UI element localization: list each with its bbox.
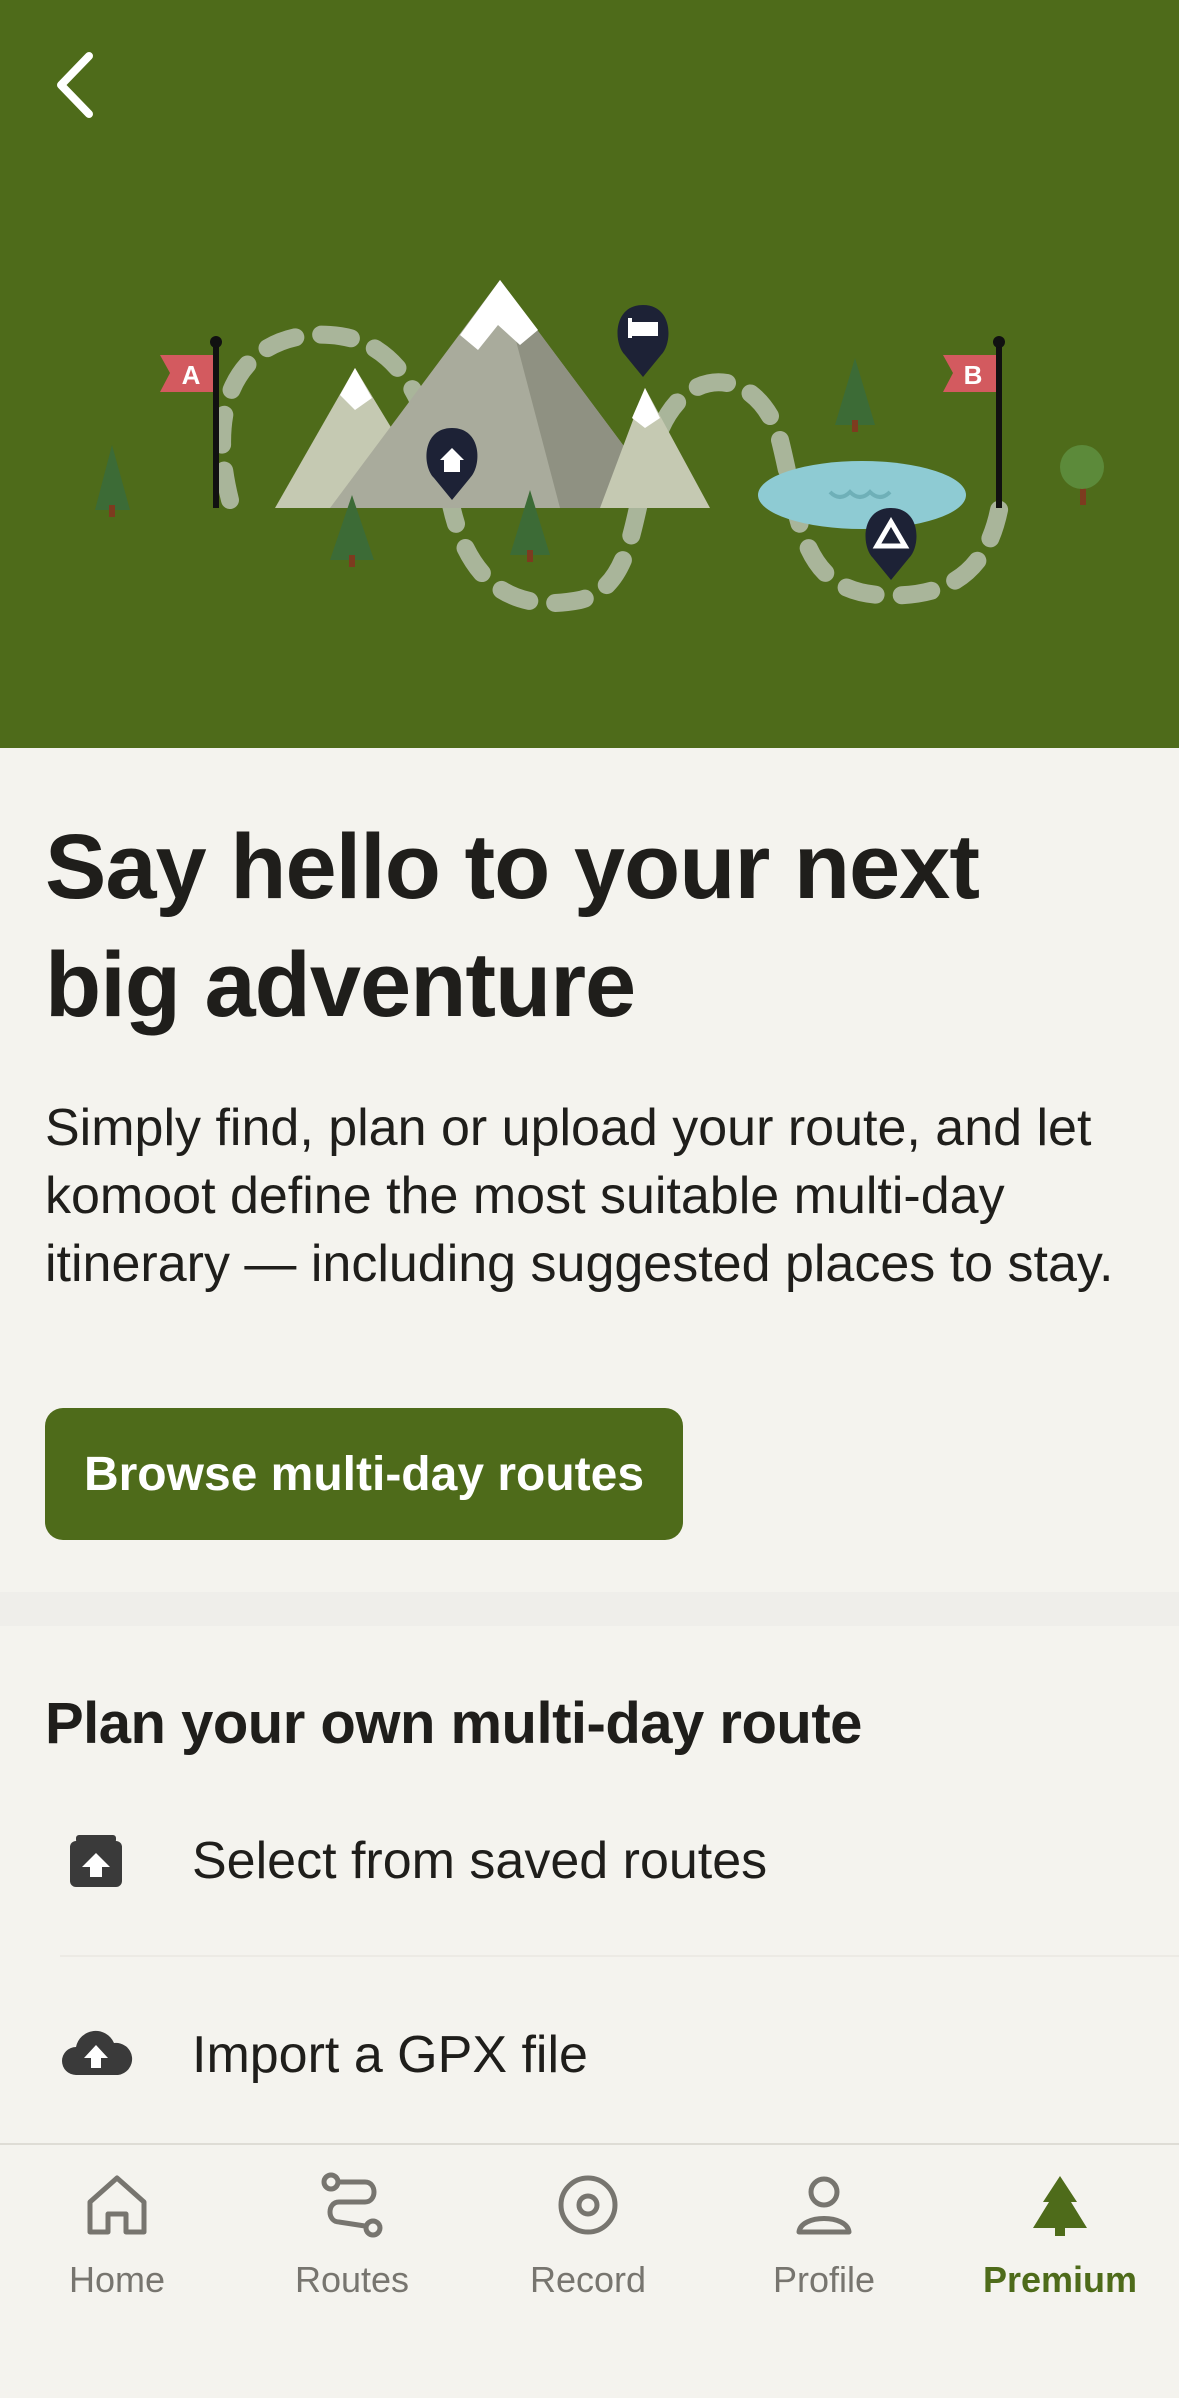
tab-label: Record: [529, 2259, 647, 2300]
profile-icon: [784, 2165, 864, 2245]
multi-day-route-illustration: A B: [95, 280, 1104, 613]
routes-icon: [312, 2165, 392, 2245]
tab-label: Routes: [294, 2259, 410, 2300]
tree-icon: [1020, 2165, 1100, 2245]
chevron-left-icon: [57, 52, 93, 118]
home-icon: [77, 2165, 157, 2245]
camp-pin-icon: [865, 508, 917, 580]
option-label: Import a GPX file: [192, 2026, 588, 2084]
tab-routes[interactable]: Routes: [252, 2165, 452, 2305]
saved-routes-icon: [58, 1823, 134, 1899]
tab-premium[interactable]: Premium: [960, 2165, 1160, 2305]
divider: [60, 1955, 1179, 1957]
tab-profile[interactable]: Profile: [724, 2165, 924, 2305]
plan-section-title: Plan your own multi-day route: [45, 1691, 862, 1756]
page-title: Say hello to your next big adventure: [45, 816, 980, 1036]
tab-label: Home: [68, 2259, 166, 2300]
browse-multi-day-routes-button[interactable]: Browse multi-day routes: [45, 1408, 683, 1540]
section-divider: [0, 1592, 1179, 1626]
record-icon: [548, 2165, 628, 2245]
cloud-upload-icon: [58, 2017, 134, 2093]
flag-end-label: B: [964, 360, 983, 390]
intro-text: Simply find, plan or upload your route, …: [45, 1099, 1114, 1293]
option-label: Select from saved routes: [192, 1832, 768, 1890]
tab-record[interactable]: Record: [488, 2165, 688, 2305]
import-gpx-option[interactable]: Import a GPX file: [0, 1980, 1179, 2130]
bottom-tab-bar: Home Routes Record Profile Premium: [0, 2143, 1179, 2398]
back-button[interactable]: [40, 40, 110, 130]
hero-banner: A B: [0, 0, 1179, 748]
lodging-pin-icon: [617, 305, 669, 377]
tab-home[interactable]: Home: [17, 2165, 217, 2305]
tab-label: Profile: [772, 2259, 876, 2300]
select-saved-routes-option[interactable]: Select from saved routes: [0, 1786, 1179, 1936]
tab-label: Premium: [982, 2259, 1138, 2300]
flag-start-label: A: [182, 360, 201, 390]
